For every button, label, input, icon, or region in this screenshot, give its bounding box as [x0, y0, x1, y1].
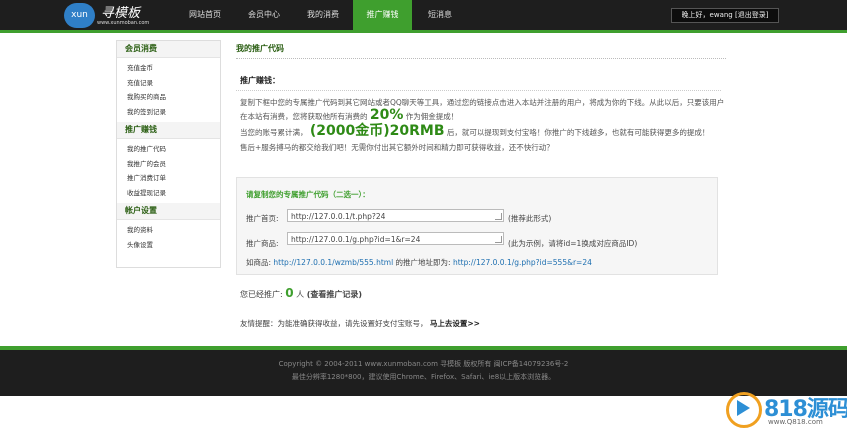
- home-link-field[interactable]: http://127.0.0.1/t.php?24: [287, 209, 504, 222]
- logo-url: www.xunmoban.com: [97, 20, 150, 26]
- view-promotion-records-link[interactable]: (查看推广记录): [307, 290, 362, 299]
- intro-text: 复制下框中您的专属推广代码到其它网站或者QQ聊天等工具，通过您的链接点击进入本站…: [240, 98, 725, 121]
- sidebar-item-profile[interactable]: 我的资料: [127, 223, 220, 238]
- commission-percent: 20%: [369, 107, 404, 123]
- home-link-label: 推广首页:: [246, 214, 279, 223]
- nav-messages[interactable]: 短消息: [412, 0, 468, 30]
- goods-link-label: 推广商品:: [246, 239, 279, 248]
- goods-link-field[interactable]: http://127.0.0.1/g.php?id=1&r=24: [287, 232, 504, 245]
- sidebar: 会员消费 充值金币 充值记录 我购买的商品 我的签到记录 推广赚钱 我的推广代码…: [116, 40, 221, 268]
- promoted-unit: 人: [296, 290, 305, 299]
- code-box-heading: 请复制您的专属推广代码（二选一）：: [246, 190, 370, 199]
- go-settings-link[interactable]: 马上去设置>>: [430, 319, 480, 328]
- promoted-label: 您已经推广:: [240, 290, 283, 299]
- nav-my-consumption[interactable]: 我的消费: [293, 0, 353, 30]
- example-mid: 的推广地址即为:: [395, 258, 451, 267]
- example-product-link[interactable]: http://127.0.0.1/wzmb/555.html: [273, 258, 393, 267]
- sidebar-item-purchased[interactable]: 我购买的商品: [127, 90, 220, 105]
- goods-link-hint: (此为示例，请将id=1换成对应商品ID): [508, 239, 638, 248]
- tip-text: 友情提醒：为能准确获得收益，请先设置好支付宝账号，: [240, 319, 428, 328]
- sidebar-section-title: 会员消费: [117, 41, 220, 58]
- section-heading: 推广赚钱：: [240, 76, 280, 85]
- user-greeting[interactable]: 晚上好，ewang [退出登录]: [671, 8, 779, 23]
- sidebar-item-checkin[interactable]: 我的签到记录: [127, 105, 220, 120]
- example-promo-link[interactable]: http://127.0.0.1/g.php?id=555&r=24: [453, 258, 592, 267]
- home-link-value: http://127.0.0.1/t.php?24: [291, 212, 386, 221]
- example-line: 如商品: http://127.0.0.1/wzmb/555.html 的推广地…: [246, 257, 592, 268]
- example-prefix: 如商品:: [246, 258, 272, 267]
- home-link-hint: (推荐此形式): [508, 214, 552, 223]
- withdraw-text-end: 后，就可以提现到支付宝咯！你推广的下线越多，也就有可能获得更多的提成！: [446, 128, 710, 137]
- divider: [236, 90, 721, 91]
- header-accent-line: [0, 30, 847, 33]
- logo-badge: xun: [64, 3, 95, 28]
- friendly-tip: 友情提醒：为能准确获得收益，请先设置好支付宝账号， 马上去设置>>: [240, 318, 480, 329]
- main-content: 我的推广代码 推广赚钱： 复制下框中您的专属推广代码到其它网站或者QQ聊天等工具…: [236, 40, 726, 154]
- service-paragraph: 售后+服务搏马的都交给我们吧！无需你付出其它额外时间和精力即可获得收益，还不快行…: [240, 143, 554, 152]
- withdraw-paragraph: 当您的账号累计满， (2000金币)20RMB 后，就可以提现到支付宝咯！你推广…: [236, 123, 726, 139]
- main-nav: 网站首页 会员中心 我的消费 推广赚钱 短消息: [175, 0, 468, 30]
- sidebar-item-withdraw[interactable]: 收益提现记录: [127, 186, 220, 201]
- footer-resolution-note: 最佳分辨率1280*800，建议使用Chrome、Firefox、Safari、…: [291, 373, 556, 381]
- withdraw-threshold: (2000金币)20RMB: [309, 123, 445, 139]
- intro-text-end: 作为佣金提成！: [405, 112, 459, 121]
- site-logo[interactable]: xun 寻模板 www.xunmoban.com: [64, 3, 174, 28]
- page-title: 我的推广代码: [236, 40, 726, 59]
- resize-handle-icon[interactable]: [495, 236, 502, 243]
- goods-link-value: http://127.0.0.1/g.php?id=1&r=24: [291, 235, 421, 244]
- footer: Copyright © 2004-2011 www.xunmoban.com 寻…: [0, 350, 847, 396]
- sidebar-item-my-members[interactable]: 我推广的会员: [127, 157, 220, 172]
- logo-title: 寻模板: [101, 6, 141, 21]
- watermark-url: www.Q818.com: [768, 418, 823, 426]
- sidebar-item-avatar[interactable]: 头像设置: [127, 238, 220, 253]
- sidebar-item-recharge[interactable]: 充值金币: [127, 61, 220, 76]
- top-navbar: xun 寻模板 www.xunmoban.com 网站首页 会员中心 我的消费 …: [0, 0, 847, 30]
- watermark-logo: 818源码 www.Q818.com: [724, 386, 847, 433]
- resize-handle-icon[interactable]: [495, 213, 502, 220]
- sidebar-item-recharge-records[interactable]: 充值记录: [127, 76, 220, 91]
- nav-promote-earn[interactable]: 推广赚钱: [353, 0, 412, 30]
- promoted-count: 0: [285, 286, 294, 300]
- sidebar-section-title: 推广赚钱: [117, 122, 220, 139]
- intro-paragraph: 复制下框中您的专属推广代码到其它网站或者QQ聊天等工具，通过您的链接点击进入本站…: [236, 96, 726, 123]
- nav-home[interactable]: 网站首页: [175, 0, 235, 30]
- promo-code-box: 请复制您的专属推广代码（二选一）： 推广首页: http://127.0.0.1…: [236, 177, 718, 275]
- nav-member-center[interactable]: 会员中心: [235, 0, 293, 30]
- sidebar-item-my-code[interactable]: 我的推广代码: [127, 142, 220, 157]
- sidebar-section-title: 帐户设置: [117, 203, 220, 220]
- withdraw-text: 当您的账号累计满，: [240, 128, 308, 137]
- promoted-count-line: 您已经推广: 0 人 (查看推广记录): [240, 286, 362, 300]
- sidebar-item-orders[interactable]: 推广消费订单: [127, 171, 220, 186]
- footer-copyright: Copyright © 2004-2011 www.xunmoban.com 寻…: [278, 360, 569, 368]
- play-triangle-icon: [737, 400, 750, 416]
